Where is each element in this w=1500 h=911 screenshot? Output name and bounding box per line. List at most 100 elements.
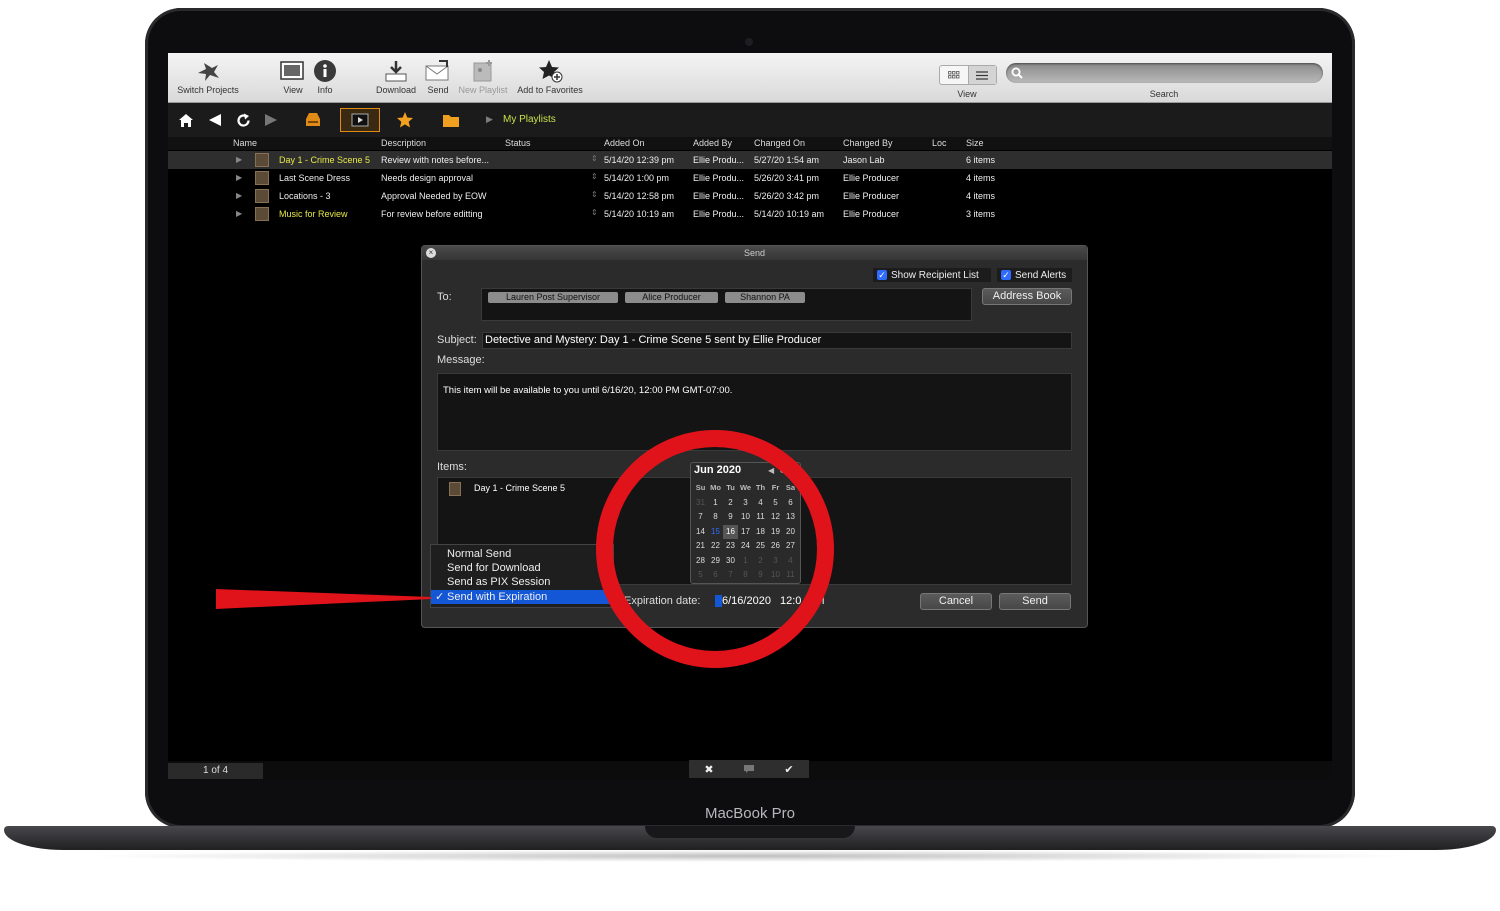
send-alerts-checkbox[interactable]: ✓ Send Alerts <box>997 268 1072 282</box>
checkmark-icon: ✓ <box>435 591 445 603</box>
send-button[interactable]: Send <box>999 593 1071 610</box>
subject-input[interactable]: Detective and Mystery: Day 1 - Crime Sce… <box>482 332 1072 349</box>
table-row[interactable]: ▶ Locations - 3 Approval Needed by EOW ⇕… <box>168 187 1332 205</box>
view-button[interactable]: View <box>276 57 310 95</box>
cancel-button[interactable]: Cancel <box>920 593 992 610</box>
items-label: Items: <box>437 461 467 473</box>
show-recipient-list-checkbox[interactable]: ✓ Show Recipient List <box>873 268 991 282</box>
recipients-field[interactable]: Lauren Post Supervisor Alice Producer Sh… <box>481 288 972 321</box>
switch-projects-label: Switch Projects <box>177 85 239 95</box>
recipient-token[interactable]: Lauren Post Supervisor <box>488 292 618 303</box>
row-changed-by: Ellie Producer <box>843 191 900 201</box>
switch-projects-button[interactable]: Switch Projects <box>172 57 244 95</box>
row-size: 3 items <box>966 209 996 219</box>
disclosure-triangle-icon[interactable]: ▶ <box>236 155 242 164</box>
row-changed-by: Jason Lab <box>843 155 885 165</box>
close-icon[interactable]: × <box>426 248 436 258</box>
favorites-star-icon[interactable] <box>394 110 416 130</box>
new-playlist-button[interactable]: New Playlist <box>456 57 510 95</box>
annotation-arrow <box>216 589 431 609</box>
row-name: Music for Review <box>279 209 348 219</box>
recipient-token[interactable]: Shannon PA <box>725 292 805 303</box>
toolbar: Switch Projects View Info Download Send … <box>168 53 1332 103</box>
row-added-by: Ellie Produ... <box>693 191 745 201</box>
menu-item-label: Send with Expiration <box>447 591 548 603</box>
breadcrumb-arrow-icon: ▶ <box>486 114 493 124</box>
subject-label: Subject: <box>437 334 477 346</box>
sort-stepper-icon[interactable]: ⇕ <box>591 154 598 163</box>
breadcrumb[interactable]: My Playlists <box>503 114 556 125</box>
column-size[interactable]: Size <box>966 138 984 148</box>
row-description: Needs design approval <box>381 173 474 183</box>
refresh-icon[interactable] <box>232 110 254 130</box>
playlists-tab-icon[interactable] <box>340 108 380 132</box>
column-added-on[interactable]: Added On <box>604 138 645 148</box>
sort-stepper-icon[interactable]: ⇕ <box>591 172 598 181</box>
info-icon <box>314 60 336 82</box>
row-description: Review with notes before... <box>381 155 490 165</box>
grid-view-icon[interactable] <box>940 66 968 84</box>
row-name: Locations - 3 <box>279 191 331 201</box>
list-view-icon[interactable] <box>967 66 996 84</box>
item-thumbnail <box>449 482 461 496</box>
row-added-on: 5/14/20 1:00 pm <box>604 173 670 183</box>
playlist-thumbnail <box>255 189 269 203</box>
dialog-title: Send <box>422 246 1087 260</box>
recipient-token[interactable]: Alice Producer <box>625 292 718 303</box>
column-loc[interactable]: Loc <box>932 138 947 148</box>
home-icon[interactable] <box>175 110 197 130</box>
row-size: 6 items <box>966 155 996 165</box>
menu-item-normal-send[interactable]: Normal Send <box>431 547 613 561</box>
approve-icon[interactable]: ✔ <box>769 760 809 778</box>
menu-item-send-with-expiration[interactable]: ✓ Send with Expiration <box>431 590 613 604</box>
info-label: Info <box>317 85 333 95</box>
add-to-favorites-label: Add to Favorites <box>517 85 583 95</box>
column-added-by[interactable]: Added By <box>693 138 732 148</box>
send-alerts-label: Send Alerts <box>1015 269 1067 281</box>
row-description: For review before editting <box>381 209 483 219</box>
subject-value: Detective and Mystery: Day 1 - Crime Sce… <box>485 334 822 346</box>
row-changed-on: 5/26/20 3:41 pm <box>754 173 820 183</box>
bottom-actions: ✖ ✔ <box>689 760 809 778</box>
new-playlist-icon <box>473 60 492 82</box>
folder-icon[interactable] <box>440 110 462 130</box>
device-brand: MacBook Pro <box>704 805 796 822</box>
row-size: 4 items <box>966 191 996 201</box>
camera <box>745 38 753 46</box>
row-added-by: Ellie Produ... <box>693 209 745 219</box>
table-row[interactable]: ▶ Music for Review For review before edi… <box>168 205 1332 223</box>
view-mode-toggle[interactable] <box>939 65 997 85</box>
disclosure-triangle-icon[interactable]: ▶ <box>236 209 242 218</box>
column-description[interactable]: Description <box>381 138 426 148</box>
inbox-icon[interactable] <box>302 110 324 130</box>
column-name[interactable]: Name <box>233 138 257 148</box>
info-button[interactable]: Info <box>311 57 339 95</box>
disclosure-triangle-icon[interactable]: ▶ <box>236 173 242 182</box>
row-added-on: 5/14/20 12:39 pm <box>604 155 675 165</box>
send-type-menu[interactable]: Normal Send Send for Download Send as PI… <box>430 544 614 608</box>
table-row[interactable]: ▶ Last Scene Dress Needs design approval… <box>168 169 1332 187</box>
reject-icon[interactable]: ✖ <box>689 760 729 778</box>
table-row[interactable]: ▶ Day 1 - Crime Scene 5 Review with note… <box>168 151 1332 169</box>
back-icon[interactable] <box>204 110 226 130</box>
column-changed-by[interactable]: Changed By <box>843 138 893 148</box>
checkmark-icon: ✓ <box>877 269 887 280</box>
download-button[interactable]: Download <box>374 57 418 95</box>
checkmark-icon: ✓ <box>1001 269 1011 280</box>
message-label: Message: <box>437 354 485 366</box>
sort-stepper-icon[interactable]: ⇕ <box>591 208 598 217</box>
menu-item-send-for-download[interactable]: Send for Download <box>431 561 613 575</box>
search-input[interactable] <box>1006 63 1323 83</box>
disclosure-triangle-icon[interactable]: ▶ <box>236 191 242 200</box>
switch-projects-icon <box>198 63 219 81</box>
add-to-favorites-button[interactable]: Add to Favorites <box>514 57 586 95</box>
address-book-button[interactable]: Address Book <box>982 288 1072 305</box>
comment-icon[interactable] <box>729 760 769 778</box>
forward-icon[interactable] <box>260 110 282 130</box>
row-size: 4 items <box>966 173 996 183</box>
column-status[interactable]: Status <box>505 138 531 148</box>
menu-item-send-as-pix-session[interactable]: Send as PIX Session <box>431 575 613 589</box>
send-toolbar-button[interactable]: Send <box>424 57 452 95</box>
sort-stepper-icon[interactable]: ⇕ <box>591 190 598 199</box>
column-changed-on[interactable]: Changed On <box>754 138 805 148</box>
